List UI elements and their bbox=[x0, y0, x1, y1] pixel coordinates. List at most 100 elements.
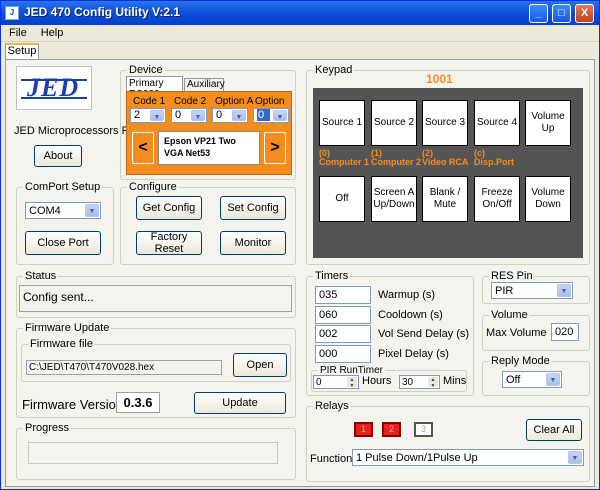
code2-label: Code 2 bbox=[174, 96, 207, 107]
relays-group: Relays bbox=[306, 400, 590, 482]
relays-group-label: Relays bbox=[313, 400, 351, 412]
about-button[interactable]: About bbox=[34, 145, 82, 167]
device-group-label: Device bbox=[127, 64, 165, 76]
res-pin-label: RES Pin bbox=[489, 270, 535, 282]
relay-3-toggle[interactable]: 3 bbox=[414, 422, 433, 437]
volsend-input[interactable]: 002 bbox=[315, 325, 371, 343]
chevron-down-icon: ▼ bbox=[85, 204, 99, 217]
chevron-down-icon: ▼ bbox=[546, 373, 560, 386]
keypad-volume-up[interactable]: Volume Up bbox=[525, 100, 571, 146]
logo-text: JED bbox=[27, 73, 80, 102]
code2-value: 0 bbox=[175, 109, 182, 121]
chevron-down-icon: ▼ bbox=[232, 110, 246, 121]
reply-mode-label: Reply Mode bbox=[489, 355, 552, 367]
chevron-down-icon: ▼ bbox=[150, 110, 164, 121]
setup-page: JED JED Microprocessors Pty Ltd About De… bbox=[5, 59, 595, 487]
max-volume-input[interactable]: 020 bbox=[551, 323, 579, 341]
configure-group-label: Configure bbox=[127, 181, 179, 193]
hours-spinner[interactable]: 0 ▲ ▼ bbox=[313, 375, 359, 389]
source2-name: Computer 2 bbox=[371, 157, 422, 167]
timers-group-label: Timers bbox=[313, 270, 351, 282]
comport-group-label: ComPort Setup bbox=[23, 181, 103, 193]
chevron-down-icon: ▼ bbox=[273, 110, 287, 121]
monitor-button[interactable]: Monitor bbox=[220, 231, 286, 255]
function-select[interactable]: 1 Pulse Down/1Pulse Up ▼ bbox=[352, 449, 584, 466]
source1-name: Computer 1 bbox=[319, 157, 370, 167]
window-title: JED 470 Config Utility V:2.1 bbox=[24, 5, 181, 19]
cooldown-label: Cooldown (s) bbox=[378, 309, 443, 321]
tab-auxiliary[interactable]: Auxiliary bbox=[184, 78, 225, 91]
code2-select[interactable]: 0 ▼ bbox=[171, 108, 207, 123]
res-pin-select[interactable]: PIR ▼ bbox=[491, 282, 573, 299]
update-button[interactable]: Update bbox=[194, 392, 286, 414]
reply-mode-select[interactable]: Off ▼ bbox=[502, 371, 562, 388]
company-logo: JED bbox=[16, 66, 92, 110]
relay-2-toggle[interactable]: 2 bbox=[382, 422, 401, 437]
optionB-value: 0 bbox=[257, 109, 271, 121]
app-icon: J bbox=[5, 6, 19, 20]
optionA-select[interactable]: 0 ▼ bbox=[212, 108, 248, 123]
chevron-down-icon: ▼ bbox=[568, 451, 582, 464]
optionA-value: 0 bbox=[216, 109, 223, 121]
comport-select[interactable]: COM4 ▼ bbox=[25, 202, 101, 219]
status-text: Config sent... bbox=[19, 285, 292, 312]
mins-spinner[interactable]: 30 ▲ ▼ bbox=[399, 375, 440, 389]
app-window: J JED 470 Config Utility V:2.1 _ □ X Fil… bbox=[0, 0, 600, 490]
function-value: 1 Pulse Down/1Pulse Up bbox=[356, 452, 478, 464]
spinner-arrows-icon: ▲ ▼ bbox=[428, 377, 438, 389]
keypad-screen-a[interactable]: Screen A Up/Down bbox=[371, 176, 417, 222]
hours-value: 0 bbox=[316, 377, 322, 388]
code1-label: Code 1 bbox=[133, 96, 166, 107]
model-line1: Epson VP21 Two bbox=[164, 136, 236, 146]
keypad-freeze[interactable]: Freeze On/Off bbox=[474, 176, 520, 222]
firmware-file-path: C:\JED\T470\T470V028.hex bbox=[26, 360, 222, 375]
volsend-label: Vol Send Delay (s) bbox=[378, 328, 470, 340]
keypad-source-1[interactable]: Source 1 bbox=[319, 100, 365, 146]
title-bar[interactable]: J JED 470 Config Utility V:2.1 _ □ X bbox=[1, 1, 599, 25]
relay-1-toggle[interactable]: 1 bbox=[354, 422, 373, 437]
close-button[interactable]: X bbox=[575, 4, 594, 23]
prev-device-button[interactable]: < bbox=[132, 132, 154, 164]
set-config-button[interactable]: Set Config bbox=[220, 196, 286, 220]
clear-all-button[interactable]: Clear All bbox=[526, 419, 582, 441]
source3-name: Video RCA bbox=[422, 157, 469, 167]
keypad-off[interactable]: Off bbox=[319, 176, 365, 222]
minimize-button[interactable]: _ bbox=[529, 4, 548, 23]
pixel-label: Pixel Delay (s) bbox=[378, 348, 449, 360]
optionB-select[interactable]: 0 ▼ bbox=[253, 108, 289, 123]
keypad-group-label: Keypad bbox=[313, 64, 355, 76]
code1-select[interactable]: 2 ▼ bbox=[130, 108, 166, 123]
factory-reset-button[interactable]: Factory Reset bbox=[136, 231, 202, 255]
progress-group-label: Progress bbox=[23, 422, 72, 434]
model-line2: VGA Net53 bbox=[164, 148, 211, 158]
menu-bar: File Help bbox=[1, 25, 599, 42]
maximize-button[interactable]: □ bbox=[552, 4, 571, 23]
tab-primary-rs232[interactable]: Primary RS232 bbox=[126, 76, 183, 100]
spinner-arrows-icon: ▲ ▼ bbox=[347, 377, 357, 389]
keypad-source-2[interactable]: Source 2 bbox=[371, 100, 417, 146]
warmup-input[interactable]: 035 bbox=[315, 286, 371, 304]
mins-value: 30 bbox=[402, 377, 414, 388]
keypad-source-4[interactable]: Source 4 bbox=[474, 100, 520, 146]
keypad-source-3[interactable]: Source 3 bbox=[422, 100, 468, 146]
keypad-number: 1001 bbox=[426, 72, 453, 86]
pixel-input[interactable]: 000 bbox=[315, 345, 371, 363]
keypad-blank-mute[interactable]: Blank / Mute bbox=[422, 176, 468, 222]
get-config-button[interactable]: Get Config bbox=[136, 196, 202, 220]
reply-mode-value: Off bbox=[506, 374, 521, 386]
cooldown-input[interactable]: 060 bbox=[315, 306, 371, 324]
open-file-button[interactable]: Open bbox=[233, 353, 287, 377]
function-label: Function bbox=[310, 453, 353, 465]
firmware-version-label: Firmware Version: bbox=[22, 397, 127, 412]
close-port-button[interactable]: Close Port bbox=[25, 231, 101, 255]
next-device-button[interactable]: > bbox=[264, 132, 286, 164]
menu-help[interactable]: Help bbox=[33, 25, 70, 39]
volume-group-label: Volume bbox=[489, 309, 530, 321]
menu-file[interactable]: File bbox=[1, 25, 33, 39]
hours-label: Hours bbox=[362, 375, 392, 387]
keypad-volume-down[interactable]: Volume Down bbox=[525, 176, 571, 222]
chevron-down-icon: ▼ bbox=[191, 110, 205, 121]
comport-value: COM4 bbox=[29, 205, 61, 217]
device-model-display: Epson VP21 Two VGA Net53 bbox=[158, 131, 260, 165]
tab-setup[interactable]: Setup bbox=[5, 43, 39, 60]
